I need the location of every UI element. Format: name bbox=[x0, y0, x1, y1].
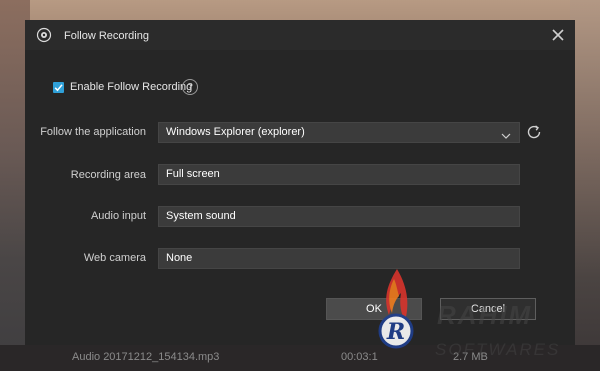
follow-app-label: Follow the application bbox=[40, 126, 146, 138]
recording-area-field[interactable]: Full screen bbox=[158, 164, 520, 185]
chevron-down-icon bbox=[501, 128, 511, 139]
watermark-text-softwares: SOFTWARES bbox=[435, 340, 561, 359]
dialog-titlebar: Follow Recording bbox=[25, 20, 575, 50]
background-file-name: Audio 20171212_154134.mp3 bbox=[72, 351, 220, 363]
web-camera-label: Web camera bbox=[83, 252, 146, 264]
svg-text:R: R bbox=[386, 319, 405, 345]
dialog-title: Follow Recording bbox=[64, 30, 149, 42]
close-icon[interactable] bbox=[550, 27, 566, 43]
audio-input-value: System sound bbox=[166, 210, 236, 222]
follow-app-select[interactable]: Windows Explorer (explorer) bbox=[158, 122, 520, 143]
refresh-icon[interactable] bbox=[525, 123, 543, 141]
check-icon bbox=[54, 84, 63, 92]
follow-app-value: Windows Explorer (explorer) bbox=[166, 126, 305, 138]
audio-input-field[interactable]: System sound bbox=[158, 206, 520, 227]
web-camera-value: None bbox=[166, 252, 193, 264]
app-record-icon bbox=[36, 27, 52, 43]
enable-follow-label[interactable]: Enable Follow Recording bbox=[70, 81, 192, 93]
recording-area-value: Full screen bbox=[166, 168, 220, 180]
enable-follow-checkbox[interactable] bbox=[53, 82, 64, 93]
watermark-text-rahim: RAHIM bbox=[437, 300, 533, 330]
help-icon[interactable]: ? bbox=[182, 79, 198, 95]
audio-input-label: Audio input bbox=[90, 210, 146, 222]
recording-area-label: Recording area bbox=[70, 169, 146, 181]
